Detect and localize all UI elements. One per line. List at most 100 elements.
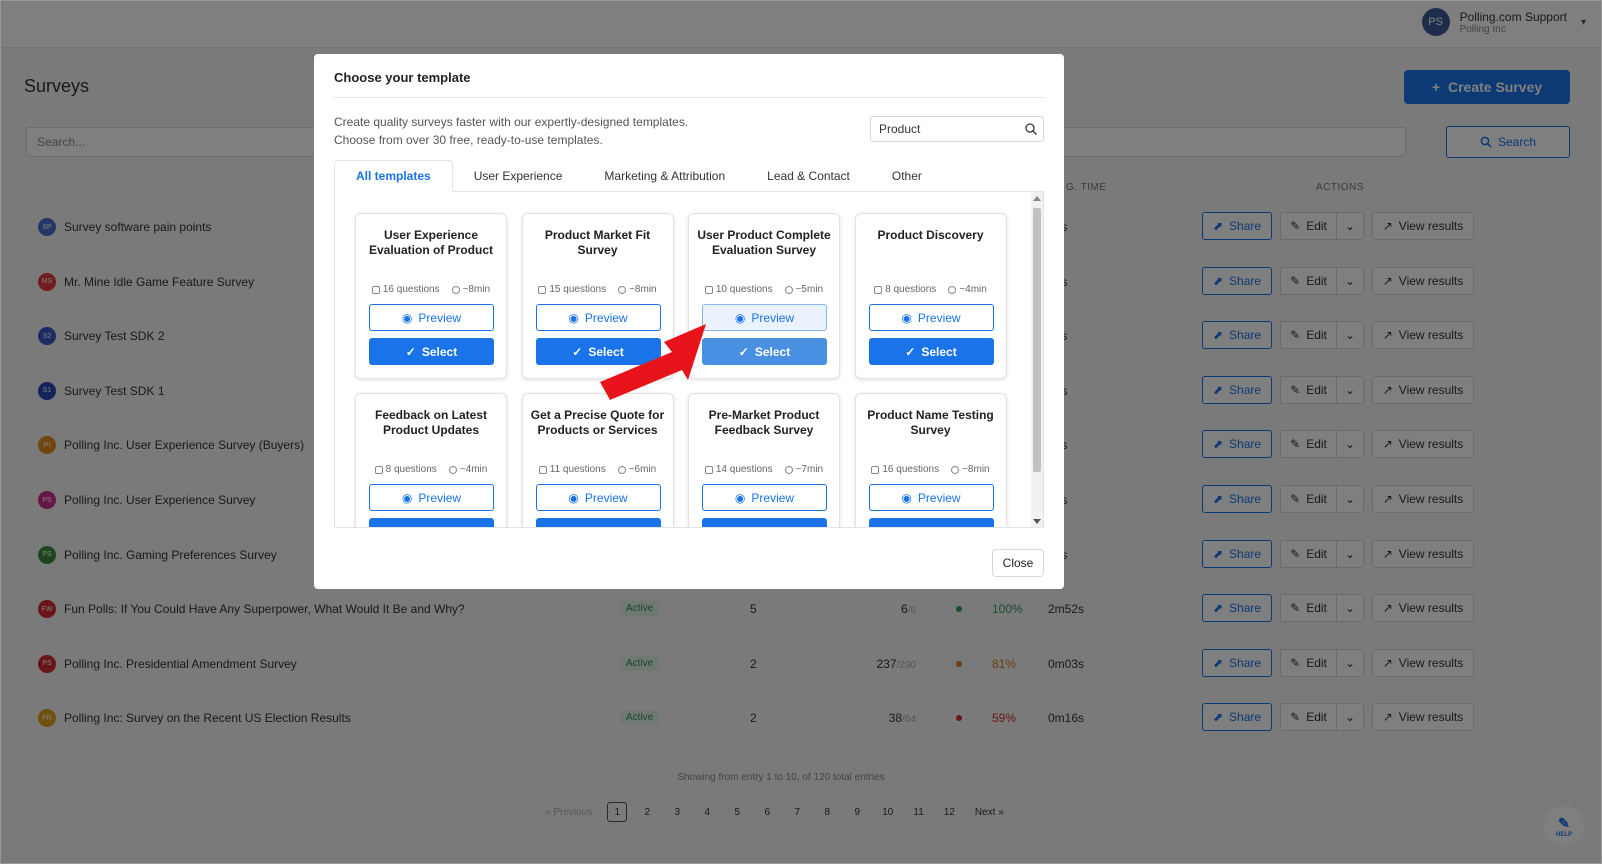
question-count-label: 11 questions <box>549 464 606 475</box>
preview-button[interactable]: ◉ Preview <box>868 484 994 511</box>
template-search-input[interactable] <box>870 116 1044 142</box>
preview-label: Preview <box>418 490 462 505</box>
clock-icon <box>617 465 626 474</box>
question-count: 15 questions <box>538 284 606 295</box>
clock-icon <box>951 465 960 474</box>
template-title: User Product Complete Evaluation Survey <box>697 228 831 257</box>
clock-icon <box>948 285 957 294</box>
preview-button[interactable]: ◉ Preview <box>535 484 661 511</box>
preview-button[interactable]: ◉ Preview <box>702 484 827 511</box>
modal-description: Create quality surveys faster with our e… <box>334 113 688 149</box>
preview-label: Preview <box>917 490 961 505</box>
template-meta: 14 questions ~7min <box>689 464 839 475</box>
tab-other[interactable]: Other <box>871 160 943 192</box>
question-count-label: 16 questions <box>882 464 940 475</box>
duration-label: ~8min <box>962 464 990 475</box>
tab-marketing-attribution[interactable]: Marketing & Attribution <box>583 160 746 192</box>
template-meta: 8 questions ~4min <box>356 464 506 475</box>
eye-icon: ◉ <box>401 310 413 325</box>
question-count-label: 8 questions <box>385 464 437 475</box>
select-button[interactable]: ✓ Select <box>369 518 494 528</box>
preview-button[interactable]: ◉ Preview <box>369 304 494 331</box>
check-icon: ✓ <box>738 344 749 359</box>
select-label: Select <box>421 344 458 359</box>
clock-icon <box>451 285 460 294</box>
select-label: Select <box>754 344 791 359</box>
duration: ~7min <box>784 464 823 475</box>
eye-icon: ◉ <box>734 490 746 505</box>
duration: ~8min <box>451 284 491 295</box>
eye-icon: ◉ <box>901 490 912 505</box>
tab-all-templates[interactable]: All templates <box>334 160 453 192</box>
select-button[interactable]: ✓ Select <box>369 338 494 365</box>
comment-icon <box>538 465 547 474</box>
tab-user-experience[interactable]: User Experience <box>453 160 584 192</box>
template-meta: 16 questions ~8min <box>856 464 1006 475</box>
divider <box>334 97 1044 98</box>
comment-icon <box>371 285 380 294</box>
template-card: Feedback on Latest Product Updates 8 que… <box>355 393 507 528</box>
scroll-up-icon[interactable] <box>1033 196 1041 201</box>
preview-button[interactable]: ◉ Preview <box>702 304 827 331</box>
preview-label: Preview <box>584 490 628 505</box>
template-card: User Product Complete Evaluation Survey … <box>688 213 840 379</box>
question-count: 10 questions <box>704 284 773 295</box>
duration-label: ~6min <box>628 464 657 475</box>
template-card: User Experience Evaluation of Product 16… <box>355 213 507 379</box>
select-button[interactable]: ✓ Select <box>535 518 661 528</box>
check-icon: ✓ <box>905 344 916 359</box>
template-meta: 16 questions ~8min <box>356 284 506 295</box>
eye-icon: ◉ <box>568 490 579 505</box>
select-button[interactable]: ✓ Select <box>868 338 994 365</box>
duration-label: ~4min <box>459 464 488 475</box>
duration: ~8min <box>951 464 990 475</box>
close-button[interactable]: Close <box>992 549 1044 577</box>
comment-icon <box>374 465 383 474</box>
description-line: Choose from over 30 free, ready-to-use t… <box>334 133 603 147</box>
scroll-thumb[interactable] <box>1033 208 1041 472</box>
question-count-label: 16 questions <box>382 284 440 295</box>
check-icon: ✓ <box>405 344 416 359</box>
duration: ~5min <box>784 284 823 295</box>
eye-icon: ◉ <box>901 310 912 325</box>
preview-button[interactable]: ◉ Preview <box>868 304 994 331</box>
template-tabs: All templates User Experience Marketing & … <box>334 160 943 192</box>
duration-label: ~8min <box>462 284 491 295</box>
eye-icon: ◉ <box>401 490 413 505</box>
question-count-label: 14 questions <box>715 464 773 475</box>
comment-icon <box>704 285 713 294</box>
search-icon[interactable] <box>1024 122 1038 136</box>
question-count: 14 questions <box>704 464 773 475</box>
comment-icon <box>871 465 880 474</box>
template-title: User Experience Evaluation of Product <box>368 228 493 257</box>
select-button[interactable]: ✓ Select <box>868 518 994 527</box>
select-label: Select <box>422 525 457 528</box>
preview-label: Preview <box>418 310 462 325</box>
question-count-label: 10 questions <box>715 284 773 295</box>
scrollbar[interactable] <box>1031 192 1043 527</box>
modal-title: Choose your template <box>334 70 471 85</box>
select-button[interactable]: ✓ Select <box>702 338 827 365</box>
template-card: Pre-Market Product Feedback Survey 14 qu… <box>688 393 840 527</box>
scroll-down-icon[interactable] <box>1033 519 1041 524</box>
eye-icon: ◉ <box>734 310 746 325</box>
preview-button[interactable]: ◉ Preview <box>369 484 494 511</box>
duration: ~6min <box>617 464 657 475</box>
duration-label: ~8min <box>629 284 657 295</box>
check-icon: ✓ <box>406 525 416 528</box>
template-meta: 15 questions ~8min <box>523 284 673 295</box>
question-count-label: 15 questions <box>549 284 607 295</box>
comment-icon <box>704 465 713 474</box>
template-title: Feedback on Latest Product Updates <box>374 408 488 437</box>
template-title: Product Discovery <box>877 228 984 242</box>
template-card: Product Name Testing Survey 16 questions… <box>854 393 1007 527</box>
tab-lead-contact[interactable]: Lead & Contact <box>746 160 871 192</box>
check-icon: ✓ <box>572 525 582 528</box>
preview-label: Preview <box>751 310 795 325</box>
check-icon: ✓ <box>572 344 583 359</box>
template-meta: 11 questions ~6min <box>523 464 673 475</box>
duration: ~8min <box>618 284 657 295</box>
select-button[interactable]: ✓ Select <box>702 518 827 527</box>
clock-icon <box>618 285 627 294</box>
select-label: Select <box>588 525 623 528</box>
